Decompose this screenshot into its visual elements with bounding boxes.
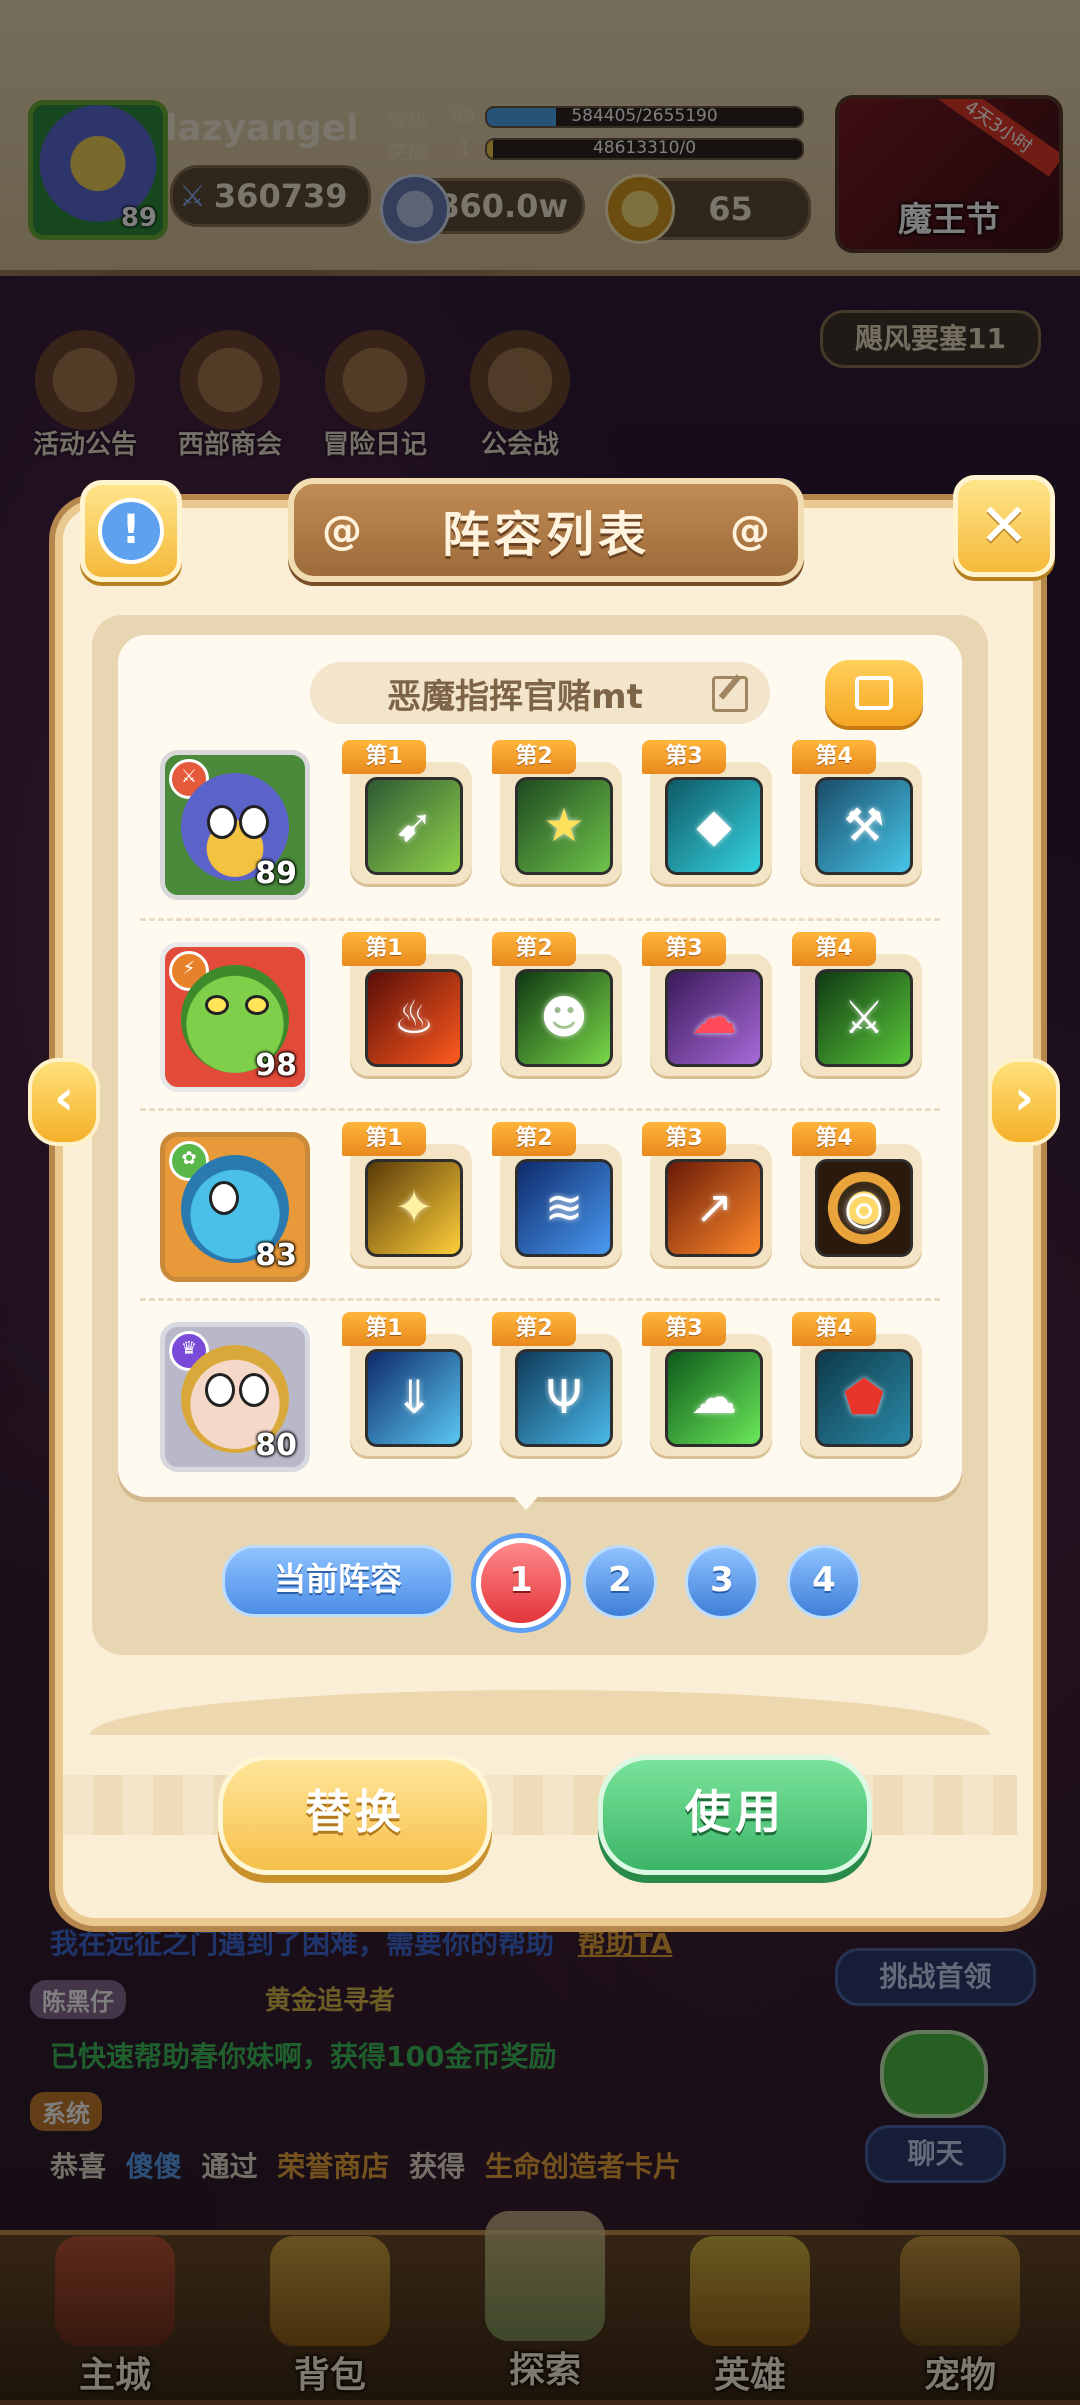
hero-portrait-2[interactable]: ⚡ 98 [160,942,310,1092]
skill-slot[interactable]: 第2 ★ [492,740,622,884]
skill-order-tag: 第2 [492,1312,576,1346]
hero-eye [239,1373,269,1407]
pattern-decoration [63,1775,1017,1835]
skill-slot[interactable]: 第1 ♨ [342,932,472,1076]
skill-slot[interactable]: 第2 Ψ [492,1312,622,1456]
info-button[interactable]: ! [80,480,182,582]
hero-portrait-3[interactable]: ✿ 83 [160,1132,310,1282]
replace-button[interactable]: 替换 [218,1755,492,1875]
hero-portrait-1[interactable]: ⚔ 89 [160,750,310,900]
star-shield-icon: ★ [515,777,613,875]
skill-slot[interactable]: 第1 ➹ [342,740,472,884]
hero-portrait-4[interactable]: ♛ 80 [160,1322,310,1472]
skill-order-tag: 第1 [342,1312,426,1346]
skill-order-tag: 第4 [792,1122,876,1156]
row-divider [140,1108,940,1111]
close-icon: ✕ [978,491,1030,561]
share-button[interactable] [825,660,923,726]
skill-slot[interactable]: 第3 ↗ [642,1122,772,1266]
skill-slot[interactable]: 第3 ◆ [642,740,772,884]
lineup-name: 恶魔指挥官赌mt [387,676,643,717]
skill-order-tag: 第3 [642,1312,726,1346]
skill-order-tag: 第2 [492,740,576,774]
target-icon: ◎ [815,1159,913,1257]
dialog-title: 阵容列表 [441,507,650,563]
trident-icon: Ψ [515,1349,613,1447]
current-lineup-label: 当前阵容 [222,1545,454,1617]
skill-order-tag: 第4 [792,740,876,774]
info-icon: ! [98,498,164,564]
skill-slot[interactable]: 第4 ⬟ [792,1312,922,1456]
skill-order-tag: 第2 [492,1122,576,1156]
shadow-beast-icon: ◆ [665,777,763,875]
skill-slot[interactable]: 第1 ⇓ [342,1312,472,1456]
lineup-slot-3[interactable]: 3 [685,1545,759,1619]
use-button[interactable]: 使用 [598,1755,872,1875]
arrow-strike-icon: ➹ [365,777,463,875]
skill-slot[interactable]: 第4 ⚔ [792,932,922,1076]
hero-eye [205,995,229,1015]
poison-cloud-icon: ☁ [665,1349,763,1447]
close-button[interactable]: ✕ [953,475,1055,577]
skill-order-tag: 第2 [492,932,576,966]
skill-slot[interactable]: 第4 ◎ [792,1122,922,1266]
lineup-slot-4[interactable]: 4 [787,1545,861,1619]
swirl-left-icon: @ [322,508,362,554]
hero-eye [245,995,269,1015]
fire-spear-icon: ↗ [665,1159,763,1257]
green-slash-icon: ⚔ [815,969,913,1067]
lineup-row-2: ⚡ 98 第1 ♨ 第2 ☻ 第3 ☁ 第4 ⚔ [150,932,930,1102]
water-splash-icon: ≋ [515,1159,613,1257]
skill-order-tag: 第1 [342,1122,426,1156]
hero-level: 80 [255,1428,297,1463]
hero-eye [207,805,237,839]
swirl-right-icon: @ [730,508,770,554]
hero-eye [205,1373,235,1407]
skill-order-tag: 第1 [342,740,426,774]
row-divider [140,918,940,921]
hero-level: 89 [255,856,297,891]
golden-stars-icon: ✦ [365,1159,463,1257]
purple-ghost-icon: ☁ [665,969,763,1067]
card-pointer [506,1488,546,1510]
edit-icon[interactable] [712,676,748,712]
lineup-row-1: ⚔ 89 第1 ➹ 第2 ★ 第3 ◆ 第4 ⚒ [150,740,930,910]
skill-slot[interactable]: 第3 ☁ [642,1312,772,1456]
skill-order-tag: 第3 [642,932,726,966]
skill-slot[interactable]: 第2 ☻ [492,932,622,1076]
hammer-icon: ⚒ [815,777,913,875]
skill-order-tag: 第4 [792,1312,876,1346]
lineup-name-field[interactable]: 恶魔指挥官赌mt [310,662,770,724]
goblin-icon: ☻ [515,969,613,1067]
red-mask-icon: ⬟ [815,1349,913,1447]
skill-order-tag: 第4 [792,932,876,966]
skill-order-tag: 第3 [642,1122,726,1156]
lineup-row-3: ✿ 83 第1 ✦ 第2 ≋ 第3 ↗ 第4 ◎ [150,1122,930,1292]
row-divider [140,1298,940,1301]
ice-sword-icon: ⇓ [365,1349,463,1447]
skill-slot[interactable]: 第3 ☁ [642,932,772,1076]
skill-slot[interactable]: 第2 ≋ [492,1122,622,1266]
fire-demon-icon: ♨ [365,969,463,1067]
skill-order-tag: 第3 [642,740,726,774]
dialog-title-banner: @ 阵容列表 @ [288,478,804,582]
next-lineup-arrow[interactable]: › [988,1058,1060,1146]
skill-order-tag: 第1 [342,932,426,966]
hero-level: 83 [255,1238,297,1273]
hero-eye [239,805,269,839]
hero-level: 98 [255,1048,297,1083]
share-icon [855,676,893,710]
lineup-slot-1[interactable]: 1 [476,1538,566,1628]
lineup-slot-2[interactable]: 2 [583,1545,657,1619]
hero-eye [209,1181,239,1215]
previous-lineup-arrow[interactable]: ‹ [28,1058,100,1146]
skill-slot[interactable]: 第4 ⚒ [792,740,922,884]
lineup-row-4: ♛ 80 第1 ⇓ 第2 Ψ 第3 ☁ 第4 ⬟ [150,1312,930,1482]
skill-slot[interactable]: 第1 ✦ [342,1122,472,1266]
